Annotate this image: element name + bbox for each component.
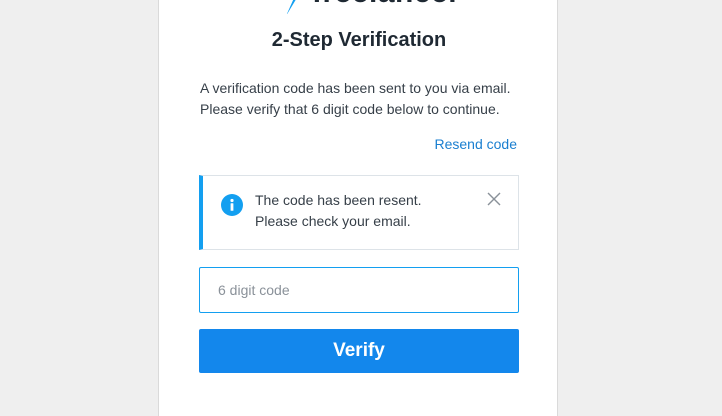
verification-code-input[interactable] bbox=[199, 267, 519, 313]
resend-code-link[interactable]: Resend code bbox=[434, 136, 517, 152]
verify-button[interactable]: Verify bbox=[199, 329, 519, 373]
resent-alert: The code has been resent. Please check y… bbox=[199, 175, 519, 250]
verification-card: freelancer 2-Step Verification A verific… bbox=[158, 0, 558, 416]
logo-wordmark: freelancer bbox=[312, 0, 460, 10]
page-title: 2-Step Verification bbox=[271, 29, 447, 51]
description-line-1: A verification code has been sent to you… bbox=[200, 80, 511, 96]
freelancer-logo: freelancer bbox=[284, 0, 474, 14]
alert-line-2: Please check your email. bbox=[255, 213, 411, 229]
close-icon[interactable] bbox=[486, 191, 502, 207]
verification-description: A verification code has been sent to you… bbox=[200, 78, 530, 120]
alert-line-1: The code has been resent. bbox=[255, 192, 422, 208]
description-line-2: Please verify that 6 digit code below to… bbox=[200, 101, 500, 117]
logo-bird-icon bbox=[286, 0, 296, 14]
info-icon bbox=[221, 194, 243, 216]
alert-message: The code has been resent. Please check y… bbox=[255, 190, 422, 232]
